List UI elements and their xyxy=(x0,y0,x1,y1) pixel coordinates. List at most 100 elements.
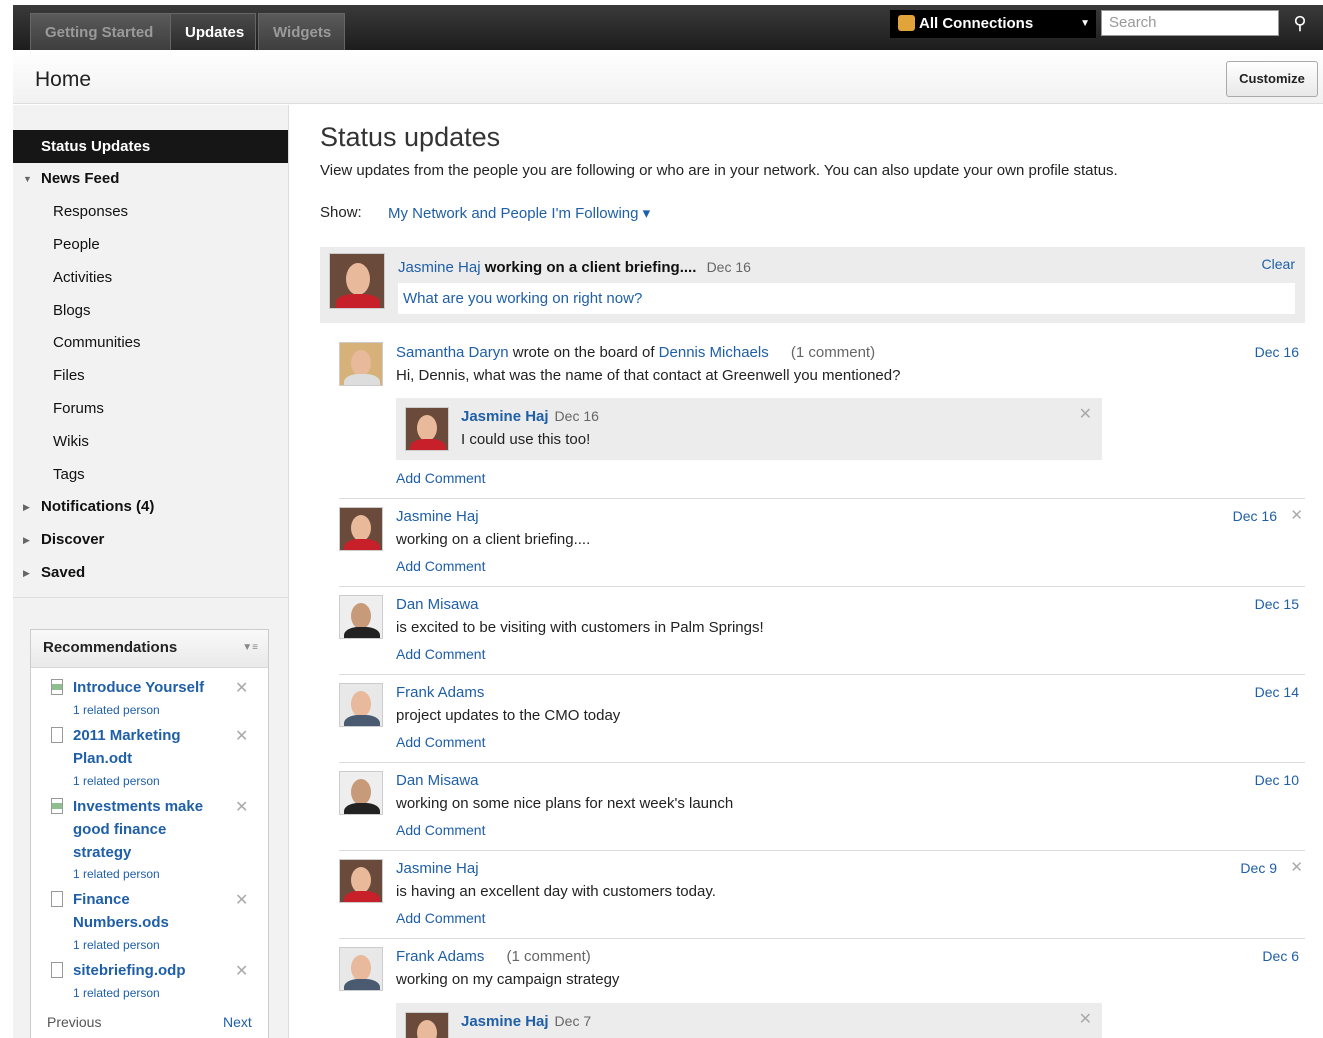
status-input[interactable]: What are you working on right now? xyxy=(398,283,1295,314)
user-name-link[interactable]: Frank Adams xyxy=(396,684,484,701)
user-name-link[interactable]: Jasmine Haj xyxy=(396,508,479,525)
sidebar-item-saved[interactable]: Saved xyxy=(41,564,85,581)
entry-date[interactable]: Dec 16 xyxy=(1255,344,1299,360)
user-name-link[interactable]: Jasmine Haj xyxy=(461,408,549,425)
recommendation-related[interactable]: 1 related person xyxy=(73,938,160,952)
entry-text: project updates to the CMO today xyxy=(396,707,621,724)
sidebar-item-files[interactable]: Files xyxy=(53,367,85,384)
customize-button[interactable]: Customize xyxy=(1226,61,1318,97)
close-icon[interactable]: ✕ xyxy=(1290,858,1303,876)
user-name-link[interactable]: Jasmine Haj xyxy=(461,1013,549,1030)
close-icon[interactable]: ✕ xyxy=(235,890,248,910)
entry-date[interactable]: Dec 9 xyxy=(1240,860,1277,876)
expand-right-icon[interactable]: ▶ xyxy=(23,568,30,579)
recommendation-related[interactable]: 1 related person xyxy=(73,867,160,881)
search-input[interactable]: Search xyxy=(1101,10,1279,36)
status-date: Dec 16 xyxy=(706,259,751,275)
avatar[interactable] xyxy=(339,771,383,815)
user-name-link[interactable]: Dan Misawa xyxy=(396,596,479,613)
avatar[interactable] xyxy=(329,253,385,309)
target-user-link[interactable]: Dennis Michaels xyxy=(659,344,769,361)
add-comment-link[interactable]: Add Comment xyxy=(396,646,485,662)
entry-date[interactable]: Dec 14 xyxy=(1255,684,1299,700)
recommendation-title[interactable]: 2011 Marketing Plan.odt xyxy=(73,724,223,770)
document-icon xyxy=(51,727,63,743)
user-name-link[interactable]: Jasmine Haj xyxy=(398,259,481,276)
close-icon[interactable]: ✕ xyxy=(1079,1009,1092,1029)
avatar[interactable] xyxy=(339,507,383,551)
sidebar-item-discover[interactable]: Discover xyxy=(41,531,104,548)
panel-menu-icon[interactable]: ▼≡ xyxy=(242,630,258,666)
sidebar-item-wikis[interactable]: Wikis xyxy=(53,433,89,450)
recommendation-title[interactable]: Investments make good finance strategy xyxy=(73,795,223,864)
recommendation-related[interactable]: 1 related person xyxy=(73,703,160,717)
sidebar-item-blogs[interactable]: Blogs xyxy=(53,302,91,319)
recommendation-title[interactable]: sitebriefing.odp xyxy=(73,959,223,982)
avatar[interactable] xyxy=(339,859,383,903)
recommendations-panel: Recommendations ▼≡ Introduce Yourself 1 … xyxy=(30,629,269,1038)
avatar[interactable] xyxy=(339,595,383,639)
sidebar-item-communities[interactable]: Communities xyxy=(53,334,141,351)
comment-count[interactable]: (1 comment) xyxy=(507,948,591,965)
close-icon[interactable]: ✕ xyxy=(235,678,248,698)
add-comment-link[interactable]: Add Comment xyxy=(396,822,485,838)
avatar[interactable] xyxy=(339,342,383,386)
sidebar-item-news-feed[interactable]: News Feed xyxy=(41,170,119,187)
add-comment-link[interactable]: Add Comment xyxy=(396,734,485,750)
user-name-link[interactable]: Jasmine Haj xyxy=(396,860,479,877)
avatar[interactable] xyxy=(339,947,383,991)
sidebar-item-tags[interactable]: Tags xyxy=(53,466,85,483)
expand-down-icon[interactable]: ▼ xyxy=(23,174,32,184)
recommendation-title[interactable]: Introduce Yourself xyxy=(73,676,223,699)
search-icon[interactable]: ⚲ xyxy=(1285,10,1315,38)
top-navigation-bar: Getting Started Updates Widgets All Conn… xyxy=(13,5,1323,50)
connections-dropdown[interactable]: All Connections ▼ xyxy=(890,10,1096,38)
close-icon[interactable]: ✕ xyxy=(235,797,248,817)
next-button[interactable]: Next xyxy=(223,1014,252,1030)
document-icon xyxy=(51,962,63,978)
sidebar-item-responses[interactable]: Responses xyxy=(53,203,128,220)
avatar[interactable] xyxy=(339,683,383,727)
close-icon[interactable]: ✕ xyxy=(235,726,248,746)
tab-widgets[interactable]: Widgets xyxy=(258,13,345,50)
sidebar: Status Updates ▼ News Feed Responses Peo… xyxy=(13,105,289,1038)
user-name-link[interactable]: Frank Adams xyxy=(396,948,484,965)
close-icon[interactable]: ✕ xyxy=(1290,506,1303,524)
expand-right-icon[interactable]: ▶ xyxy=(23,502,30,513)
comment-text: I could use this too! xyxy=(461,431,591,448)
sidebar-item-forums[interactable]: Forums xyxy=(53,400,104,417)
close-icon[interactable]: ✕ xyxy=(1079,404,1092,424)
recommendations-title: Recommendations xyxy=(43,639,178,656)
close-icon[interactable]: ✕ xyxy=(235,961,248,981)
recommendations-header: Recommendations ▼≡ xyxy=(31,630,268,668)
divider xyxy=(13,597,288,598)
expand-right-icon[interactable]: ▶ xyxy=(23,535,30,546)
clear-status-link[interactable]: Clear xyxy=(1262,256,1295,272)
previous-button[interactable]: Previous xyxy=(47,1014,101,1030)
recommendation-related[interactable]: 1 related person xyxy=(73,986,160,1000)
status-text: working on a client briefing.... xyxy=(484,259,697,276)
status-entry: Frank Adams project updates to the CMO t… xyxy=(339,675,1305,763)
avatar[interactable] xyxy=(405,1012,449,1038)
entry-date[interactable]: Dec 10 xyxy=(1255,772,1299,788)
comment-count[interactable]: (1 comment) xyxy=(791,344,875,361)
add-comment-link[interactable]: Add Comment xyxy=(396,910,485,926)
entry-date[interactable]: Dec 6 xyxy=(1262,948,1299,964)
entry-date[interactable]: Dec 15 xyxy=(1255,596,1299,612)
entry-date[interactable]: Dec 16 xyxy=(1233,508,1277,524)
status-entry: Dan Misawa is excited to be visiting wit… xyxy=(339,587,1305,675)
add-comment-link[interactable]: Add Comment xyxy=(396,470,485,486)
user-name-link[interactable]: Dan Misawa xyxy=(396,772,479,789)
recommendation-title[interactable]: Finance Numbers.ods xyxy=(73,888,223,934)
add-comment-link[interactable]: Add Comment xyxy=(396,558,485,574)
sidebar-heading-status-updates[interactable]: Status Updates xyxy=(13,130,288,163)
recommendation-related[interactable]: 1 related person xyxy=(73,774,160,788)
sidebar-item-notifications[interactable]: Notifications (4) xyxy=(41,498,154,515)
show-filter-dropdown[interactable]: My Network and People I'm Following ▾ xyxy=(388,204,650,222)
sidebar-item-people[interactable]: People xyxy=(53,236,100,253)
sidebar-item-activities[interactable]: Activities xyxy=(53,269,112,286)
avatar[interactable] xyxy=(405,407,449,451)
user-name-link[interactable]: Samantha Daryn xyxy=(396,344,509,361)
tab-updates[interactable]: Updates xyxy=(170,13,256,50)
tab-getting-started[interactable]: Getting Started xyxy=(30,13,172,50)
